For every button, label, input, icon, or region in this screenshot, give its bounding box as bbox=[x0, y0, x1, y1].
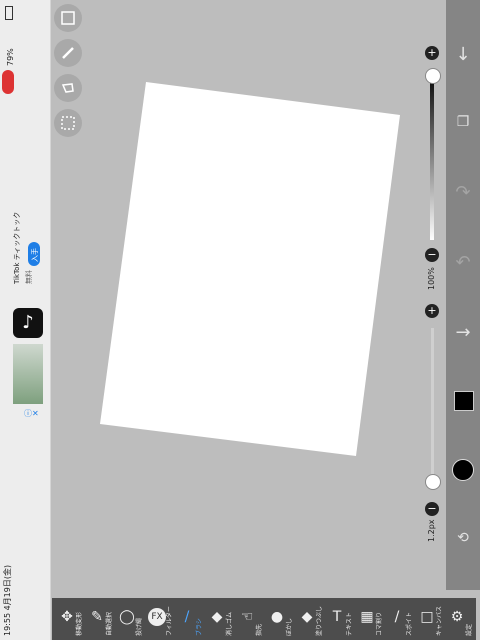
tool-smudge[interactable]: ☜ 指先 bbox=[236, 598, 263, 640]
tool-label: テキスト bbox=[346, 612, 353, 636]
ad-image bbox=[13, 344, 43, 404]
brush-size-knob[interactable] bbox=[425, 474, 441, 490]
drawing-canvas[interactable] bbox=[100, 82, 400, 456]
tool-move[interactable]: ✥ 移動変形 bbox=[56, 598, 83, 640]
tool-frame[interactable]: ▦ コマ割り bbox=[356, 598, 383, 640]
tool-canvas[interactable]: □ キャンバス bbox=[416, 598, 443, 640]
layers-panel-icon[interactable]: ❐ bbox=[446, 114, 480, 130]
tool-label: 指先 bbox=[256, 623, 263, 636]
lasso-button[interactable] bbox=[54, 74, 82, 102]
ad-price: 無料 bbox=[25, 270, 33, 284]
tool-fill[interactable]: ◆ 塗りつぶし bbox=[296, 598, 323, 640]
tool-brush[interactable]: / ブラシ bbox=[176, 598, 203, 640]
tool-label: ブラシ bbox=[196, 618, 203, 636]
tool-text[interactable]: T テキスト bbox=[326, 598, 353, 640]
brush-size-slider[interactable] bbox=[425, 320, 441, 500]
brush-size-track bbox=[431, 328, 434, 488]
tool-eyedropper[interactable]: / スポイト bbox=[386, 598, 413, 640]
tool-label: キャンバス bbox=[436, 605, 443, 636]
tool-eraser[interactable]: ◆ 消しゴム bbox=[206, 598, 233, 640]
tool-label: 投げ縄 bbox=[136, 617, 143, 636]
time-date: 19:55 4月19日(金) bbox=[3, 564, 12, 636]
opacity-plus-button[interactable]: + bbox=[425, 46, 439, 60]
ad-get-button[interactable]: 入手 bbox=[28, 242, 40, 266]
color-wheel-icon[interactable] bbox=[452, 459, 474, 481]
forward-arrow-icon[interactable]: → bbox=[446, 322, 480, 343]
tool-label: 自動選択 bbox=[106, 611, 113, 636]
tool-label: フィルター bbox=[166, 606, 173, 636]
pen-button[interactable] bbox=[54, 39, 82, 67]
tool-settings[interactable]: ⚙ 設定 bbox=[446, 598, 473, 640]
tool-auto-select[interactable]: ✎ 自動選択 bbox=[86, 598, 113, 640]
select-icon bbox=[61, 116, 75, 130]
tool-label: スポイト bbox=[406, 611, 413, 636]
opacity-track bbox=[430, 70, 434, 240]
color-swatch[interactable] bbox=[454, 391, 474, 411]
right-toolbar: ↓ ❐ ↷ ↶ → ⟲ bbox=[446, 0, 480, 590]
status-bar: 79% 19:55 4月19日(金) TikTok ティックトック 無料 入手 … bbox=[0, 0, 51, 640]
tool-label: 塗りつぶし bbox=[316, 605, 323, 636]
tool-blur[interactable]: ● ぼかし bbox=[266, 598, 293, 640]
tool-label: 移動変形 bbox=[76, 611, 83, 636]
opacity-slider[interactable] bbox=[425, 60, 441, 250]
undo-icon[interactable]: ↶ bbox=[446, 252, 480, 273]
tool-filter[interactable]: FX フィルター bbox=[146, 598, 173, 640]
tool-label: 設定 bbox=[466, 623, 473, 636]
screen-record-indicator bbox=[2, 70, 14, 94]
pen-icon bbox=[62, 47, 74, 59]
opacity-knob[interactable] bbox=[425, 68, 441, 84]
layer-button[interactable] bbox=[54, 4, 82, 32]
brush-size-label: 1.2px bbox=[427, 519, 436, 542]
battery-icon bbox=[5, 6, 13, 20]
tiktok-logo-icon: ♪ bbox=[13, 308, 43, 338]
rotate-icon[interactable]: ⟲ bbox=[446, 530, 480, 546]
ad-close-icon[interactable]: ⓘ✕ bbox=[24, 408, 39, 419]
opacity-minus-button[interactable]: − bbox=[425, 248, 439, 262]
lasso-icon bbox=[61, 83, 74, 93]
bottom-toolbar: ✥ 移動変形 ✎ 自動選択 ◯ 投げ縄 FX フィルター / ブラシ ◆ 消しゴム ☜ 指先 … bbox=[52, 598, 476, 640]
ad-banner[interactable]: TikTok ティックトック 無料 入手 ♪ ⓘ✕ bbox=[10, 212, 46, 422]
battery-text: 79% bbox=[6, 48, 15, 66]
tool-label: 消しゴム bbox=[226, 611, 233, 636]
redo-icon[interactable]: ↷ bbox=[446, 182, 480, 203]
tool-label: コマ割り bbox=[376, 611, 383, 636]
opacity-label: 100% bbox=[427, 267, 436, 290]
layer-icon bbox=[61, 11, 75, 25]
ad-get-label: 入手 bbox=[31, 248, 39, 262]
size-minus-button[interactable]: − bbox=[425, 502, 439, 516]
tool-lasso[interactable]: ◯ 投げ縄 bbox=[116, 598, 143, 640]
ad-app-name: TikTok ティックトック bbox=[13, 211, 21, 284]
select-button[interactable] bbox=[54, 109, 82, 137]
tool-label: ぼかし bbox=[286, 617, 293, 636]
collapse-arrow-icon[interactable]: ↓ bbox=[446, 44, 480, 65]
size-plus-button[interactable]: + bbox=[425, 304, 439, 318]
